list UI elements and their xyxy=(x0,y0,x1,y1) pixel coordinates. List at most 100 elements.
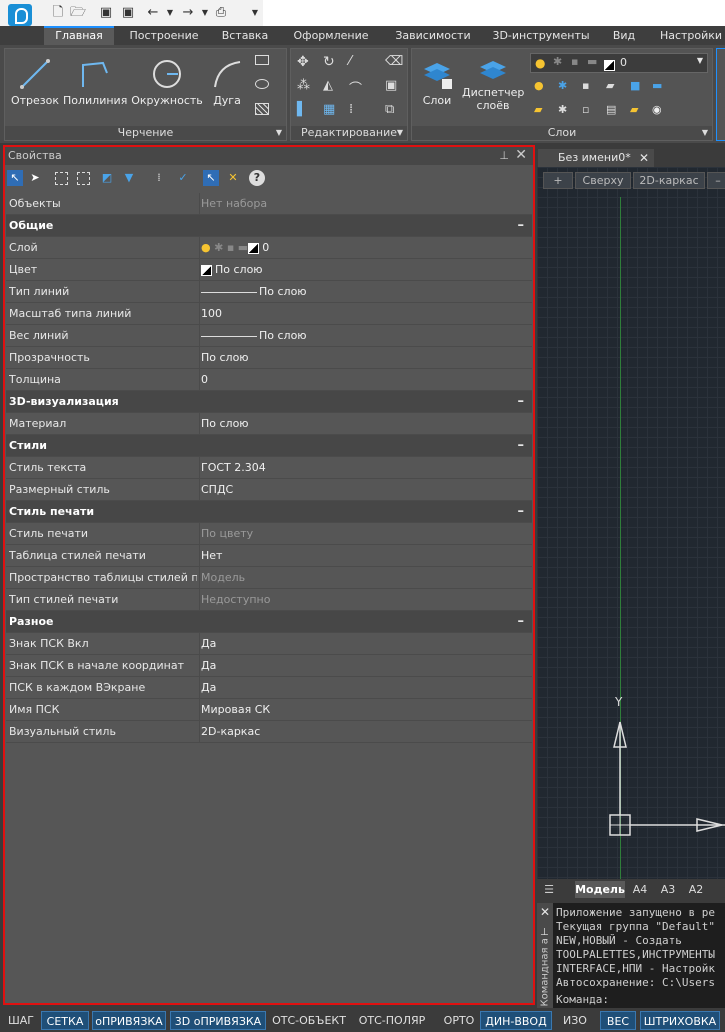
array-icon[interactable]: ⁞ xyxy=(349,102,367,120)
edit-panel-title[interactable]: Редактирование ▼ xyxy=(291,126,407,140)
tab-3d-tools[interactable]: 3D-инструменты xyxy=(490,26,592,45)
collapse-icon[interactable]: – xyxy=(518,215,525,236)
property-row[interactable]: Знак ПСК Вкл Да xyxy=(6,633,532,655)
property-row[interactable]: Стиль текста ГОСТ 2.304 xyxy=(6,457,532,479)
property-value[interactable]: 2D-каркас xyxy=(199,721,529,742)
drawing-canvas[interactable]: + Сверху 2D-каркас – Y xyxy=(537,167,725,879)
view-direction-button[interactable]: Сверху xyxy=(575,172,631,189)
property-section-header[interactable]: Стили – xyxy=(6,435,532,457)
layer-unlock-icon[interactable]: ▫ xyxy=(582,103,600,121)
stretch-icon[interactable]: ▌ xyxy=(297,102,315,120)
layers-panel-title[interactable]: Слои ▼ xyxy=(412,126,712,140)
move-icon[interactable]: ✥ xyxy=(297,54,315,72)
property-value[interactable]: По слою xyxy=(199,413,529,434)
pointer-mode-icon[interactable]: ↖ xyxy=(203,170,219,186)
layout-tab[interactable]: Модель xyxy=(575,881,625,898)
redo-icon[interactable]: → xyxy=(180,6,196,20)
pin-icon[interactable]: ⊥ xyxy=(540,927,549,938)
scale-icon[interactable]: ▦ xyxy=(323,102,341,120)
app-logo-icon[interactable] xyxy=(8,4,32,26)
save-as-icon[interactable]: ▣ xyxy=(120,6,136,20)
print-icon[interactable]: ⎙ xyxy=(213,6,229,20)
property-row[interactable]: Толщина 0 xyxy=(6,369,532,391)
property-section-header[interactable]: Разное – xyxy=(6,611,532,633)
redo-dropdown-icon[interactable]: ▼ xyxy=(197,6,213,20)
property-value[interactable]: 0 xyxy=(199,369,529,390)
layer-thaw-icon[interactable]: ✱ xyxy=(558,103,576,121)
tab-build[interactable]: Построение xyxy=(122,26,206,45)
layer-merge-icon[interactable]: ▰ xyxy=(630,103,648,121)
property-value[interactable]: Недоступно xyxy=(199,589,529,610)
property-row[interactable]: Слой ● ✱ ▪ ▬ 0 xyxy=(6,237,532,259)
property-row[interactable]: Вес линий По слою xyxy=(6,325,532,347)
property-row[interactable]: Материал По слою xyxy=(6,413,532,435)
property-row[interactable]: Объекты Нет набора xyxy=(6,193,532,215)
fillet-icon[interactable]: ⌒ xyxy=(349,78,367,97)
erase-icon[interactable]: ⌫ xyxy=(385,54,403,72)
collapse-icon[interactable]: – xyxy=(518,501,525,522)
undo-icon[interactable]: ← xyxy=(145,6,161,20)
property-row[interactable]: Прозрачность По слою xyxy=(6,347,532,369)
circle-button[interactable]: Окружность xyxy=(131,57,203,107)
tab-view[interactable]: Вид xyxy=(604,26,644,45)
copy-icon[interactable]: ⁂ xyxy=(297,78,315,96)
status-toggle[interactable]: 3D оПРИВЯЗКА xyxy=(170,1011,266,1030)
status-toggle[interactable]: СЕТКА xyxy=(41,1011,89,1030)
status-toggle[interactable]: ШТРИХОВКА xyxy=(640,1011,720,1030)
close-icon[interactable]: ✕ xyxy=(515,146,527,164)
rotate-icon[interactable]: ↻ xyxy=(323,54,341,72)
panel-expand-icon[interactable]: ▼ xyxy=(276,126,282,140)
viewport-menu-button[interactable]: + xyxy=(543,172,573,189)
layer-dropdown[interactable]: ● ✱ ▪ ▬ 0 ▼ xyxy=(530,53,708,73)
property-value[interactable]: Модель xyxy=(199,567,529,588)
window-select-icon[interactable] xyxy=(55,172,68,185)
layers-button[interactable]: Слои xyxy=(416,57,458,107)
layer-lock-icon[interactable]: ▪ xyxy=(582,79,600,97)
property-section-header[interactable]: 3D-визуализация – xyxy=(6,391,532,413)
viewport-controls-button[interactable]: – xyxy=(707,172,725,189)
layout-tab[interactable]: A2 xyxy=(683,881,709,898)
layer-visibility-icon[interactable]: ◉ xyxy=(652,103,670,121)
rectangle-icon[interactable] xyxy=(255,55,269,65)
explode-icon[interactable]: ▣ xyxy=(385,78,403,96)
quick-select-icon[interactable]: ▼ xyxy=(121,170,137,186)
property-value[interactable]: Нет набора xyxy=(199,193,529,214)
property-row[interactable]: Стиль печати По цвету xyxy=(6,523,532,545)
property-row[interactable]: Цвет По слою xyxy=(6,259,532,281)
layer-unisolate-icon[interactable]: ▬ xyxy=(652,79,670,97)
status-toggle[interactable]: ОТС-ОБЪЕКТ xyxy=(268,1011,350,1030)
pin-icon[interactable]: ⊥ xyxy=(499,147,509,165)
visual-style-button[interactable]: 2D-каркас xyxy=(633,172,705,189)
select-objects-icon[interactable]: ➤ xyxy=(27,170,43,186)
tab-settings[interactable]: Настройки xyxy=(656,26,725,45)
status-toggle[interactable]: ШАГ xyxy=(4,1011,38,1030)
layer-walk-icon[interactable]: ▰ xyxy=(534,103,552,121)
layout-menu-icon[interactable]: ☰ xyxy=(541,881,557,898)
panel-expand-icon[interactable]: ▼ xyxy=(702,126,708,140)
hatch-icon[interactable] xyxy=(255,103,269,115)
property-row[interactable]: Тип линий По слою xyxy=(6,281,532,303)
property-row[interactable]: Тип стилей печати Недоступно xyxy=(6,589,532,611)
help-icon[interactable]: ? xyxy=(249,170,265,186)
property-row[interactable]: Пространство таблицы стилей пе... Модель xyxy=(6,567,532,589)
layer-freeze-icon[interactable]: ✱ xyxy=(558,79,576,97)
save-icon[interactable]: ▣ xyxy=(98,6,114,20)
property-value[interactable]: По цвету xyxy=(199,523,529,544)
undo-dropdown-icon[interactable]: ▼ xyxy=(162,6,178,20)
close-icon[interactable]: ✕ xyxy=(540,905,550,919)
property-value[interactable]: Мировая СК xyxy=(199,699,529,720)
tab-home[interactable]: Главная xyxy=(44,26,114,45)
property-row[interactable]: Масштаб типа линий 100 xyxy=(6,303,532,325)
deselect-icon[interactable]: ✓ xyxy=(175,170,191,186)
property-value[interactable]: 100 xyxy=(199,303,529,324)
command-prompt[interactable]: Команда: xyxy=(556,993,609,1007)
open-folder-icon[interactable]: 🗁 xyxy=(70,6,86,20)
panel-expand-icon[interactable]: ▼ xyxy=(397,126,403,140)
ribbon-overflow-panel[interactable] xyxy=(716,48,725,141)
mirror-icon[interactable]: ◭ xyxy=(323,78,341,96)
property-value[interactable]: Да xyxy=(199,655,529,676)
status-toggle[interactable]: оПРИВЯЗКА xyxy=(92,1011,166,1030)
layout-tab[interactable]: A3 xyxy=(655,881,681,898)
tab-insert[interactable]: Вставка xyxy=(214,26,276,45)
offset-icon[interactable]: ⧉ xyxy=(385,102,403,120)
